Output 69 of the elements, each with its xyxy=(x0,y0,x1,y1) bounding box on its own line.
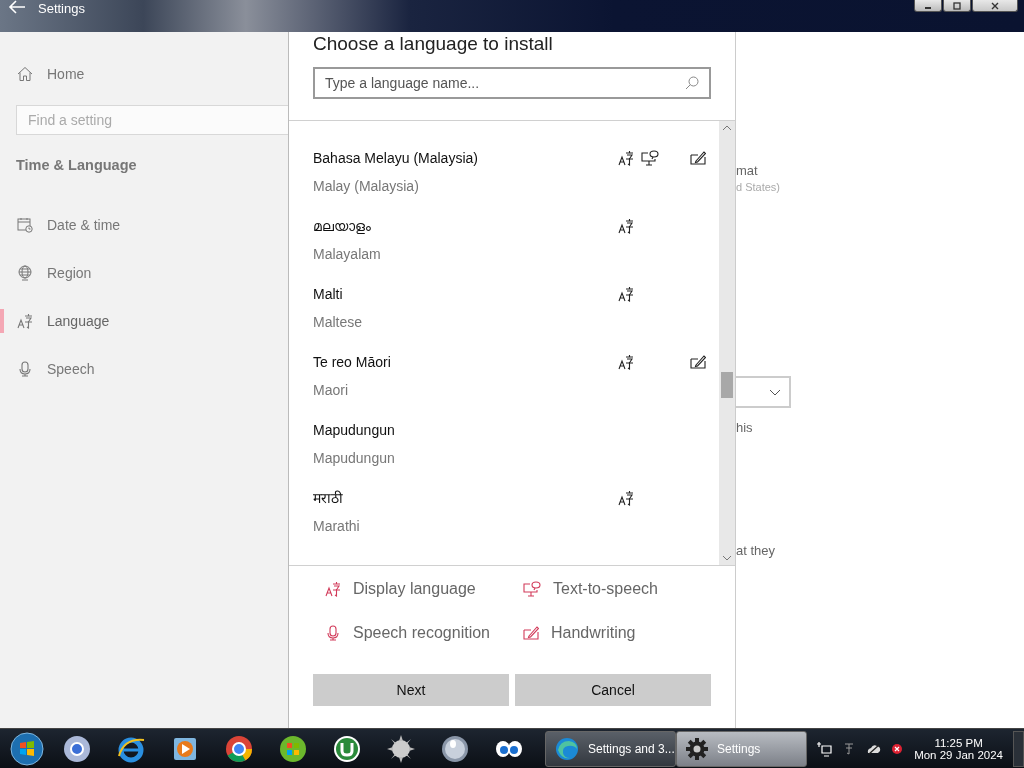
search-icon xyxy=(685,76,699,90)
glass-ball-icon[interactable] xyxy=(440,733,470,764)
pen-box-icon xyxy=(523,625,539,641)
close-button[interactable] xyxy=(972,0,1018,12)
search-field[interactable]: Find a setting xyxy=(16,105,288,135)
legend-label: Speech recognition xyxy=(353,624,490,642)
microphone-icon xyxy=(17,361,33,377)
language-english-name: Maltese xyxy=(313,313,364,332)
start-orb-icon[interactable] xyxy=(10,731,44,766)
language-list-item[interactable]: മലയാളം Malayalam xyxy=(289,205,719,273)
page-text: at they xyxy=(736,543,777,558)
language-english-name: Malay (Malaysia) xyxy=(313,177,420,196)
language-english-name: Mapudungun xyxy=(313,449,396,468)
clock-date[interactable]: Mon 29 Jan 2024 xyxy=(914,748,1003,761)
taskbar-button[interactable]: Settings and 3... xyxy=(545,730,676,767)
language-list-item[interactable]: Malti Maltese xyxy=(289,273,719,341)
page-text: his xyxy=(736,420,754,435)
dialog-button[interactable]: Cancel xyxy=(515,674,711,706)
monitor-speech-icon xyxy=(523,581,541,597)
gear-icon xyxy=(685,736,709,761)
minimize-button[interactable] xyxy=(914,0,942,12)
language-name: मराठी xyxy=(313,489,344,508)
error-icon xyxy=(892,743,903,754)
dialog-title: Choose a language to install xyxy=(313,32,554,56)
microphone-icon xyxy=(325,625,341,641)
language-list-item[interactable]: Te reo Māori Maori xyxy=(289,341,719,409)
dialog-button[interactable]: Next xyxy=(313,674,509,706)
legend-label: Text-to-speech xyxy=(553,580,658,598)
language-english-name: Marathi xyxy=(313,517,361,536)
nav-item[interactable]: Date & time xyxy=(47,217,121,233)
language-icon xyxy=(325,581,341,597)
chevron-down-icon xyxy=(769,388,781,396)
legend-label: Display language xyxy=(353,580,476,598)
language-list-item[interactable]: Bahasa Melayu (Malaysia) Malay (Malaysia) xyxy=(289,137,719,205)
globe-icon xyxy=(17,265,33,281)
language-search-field[interactable]: Type a language name... xyxy=(313,67,711,99)
language-list-item[interactable]: मराठी Marathi xyxy=(289,477,719,545)
language-name: Bahasa Melayu (Malaysia) xyxy=(313,149,479,168)
home-icon xyxy=(17,66,33,82)
scroll-up-icon xyxy=(722,125,732,131)
page-text: mat xyxy=(736,163,759,180)
section-heading: Time & Language xyxy=(16,157,138,173)
home-link[interactable]: Home xyxy=(47,66,85,82)
scrollbar-thumb[interactable] xyxy=(721,372,733,398)
nav-item[interactable]: Region xyxy=(47,265,92,281)
language-name: മലയാളം xyxy=(313,217,372,236)
scroll-down-icon xyxy=(722,555,732,561)
window-title: Settings xyxy=(38,1,85,16)
network-icon xyxy=(816,740,833,757)
page-text: d States) xyxy=(736,181,782,195)
cloud-icon xyxy=(866,742,883,755)
language-name: Te reo Māori xyxy=(313,353,392,372)
restore-icon xyxy=(953,1,961,10)
language-list-item[interactable]: Mapudungun Mapudungun xyxy=(289,409,719,477)
legend-label: Handwriting xyxy=(551,624,636,642)
nav-item[interactable]: Language xyxy=(47,313,110,329)
language-name: Mapudungun xyxy=(313,421,396,440)
nav-item[interactable]: Speech xyxy=(47,361,95,377)
language-english-name: Maori xyxy=(313,381,349,400)
close-icon xyxy=(991,1,999,10)
language-english-name: Malayalam xyxy=(313,245,382,264)
language-name: Malti xyxy=(313,285,344,304)
scrollbar[interactable] xyxy=(719,121,735,565)
language-icon xyxy=(17,313,33,329)
browser-icon xyxy=(554,735,580,762)
clock-time[interactable]: 11:25 PM xyxy=(914,736,1003,749)
maximize-button[interactable] xyxy=(943,0,971,12)
back-arrow-icon xyxy=(8,0,26,14)
calendar-icon xyxy=(17,217,33,233)
